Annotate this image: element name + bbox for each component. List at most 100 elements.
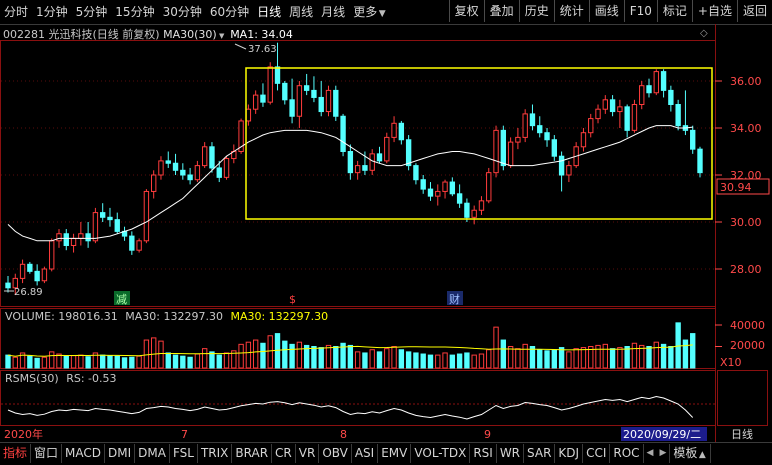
volume-bar-up <box>296 341 303 369</box>
volume-bar-down <box>405 351 412 369</box>
volume-bar-down <box>427 354 434 369</box>
candle-up <box>617 106 623 113</box>
tab-wr[interactable]: WR <box>497 443 525 463</box>
candle-down <box>27 263 33 272</box>
candle-down <box>668 89 674 106</box>
scroll-right-icon[interactable]: ▶ <box>656 448 669 458</box>
volume-bar-up <box>515 348 521 369</box>
tab-cci[interactable]: CCI <box>583 443 611 463</box>
volume-bar-down <box>5 354 11 369</box>
tab-roc[interactable]: ROC <box>610 443 644 463</box>
volume-bar-down <box>289 343 295 369</box>
candle-down <box>347 151 354 174</box>
tab-sar[interactable]: SAR <box>524 443 556 463</box>
volume-bar-up <box>78 354 84 369</box>
dividend-marker[interactable]: $ <box>289 293 296 306</box>
candle-down <box>172 162 179 171</box>
tab-rsi[interactable]: RSI <box>470 443 497 463</box>
volume-bar-down <box>413 352 419 369</box>
tab-cr[interactable]: CR <box>272 443 296 463</box>
tab-dmi[interactable]: DMI <box>105 443 136 463</box>
tab-dma[interactable]: DMA <box>135 443 170 463</box>
chart-canvas[interactable]: 37.63 26.89 减 $ 财 36.00 34.00 32.00 30.0… <box>0 0 772 442</box>
tab-obv[interactable]: OBV <box>319 443 352 463</box>
price-tick-34: 34.00 <box>730 122 762 135</box>
tab-macd[interactable]: MACD <box>62 443 106 463</box>
high-pointer-line <box>234 43 247 50</box>
price-tick-28: 28.00 <box>730 263 762 276</box>
tab-emv[interactable]: EMV <box>378 443 412 463</box>
candle-up <box>92 212 99 242</box>
candle-up <box>580 132 587 148</box>
candle-down <box>449 181 456 195</box>
candle-down <box>413 165 419 181</box>
tab-window[interactable]: 窗口 <box>31 443 63 463</box>
volume-bar-down <box>180 355 186 369</box>
volume-ma30b: MA30: 132297.30 <box>230 310 328 323</box>
volume-bar-up <box>653 341 659 369</box>
volume-bar-down <box>456 353 463 369</box>
tab-kdj[interactable]: KDJ <box>555 443 584 463</box>
volume-bar-down <box>646 346 652 369</box>
diamond-icon[interactable]: ◇ <box>700 28 708 39</box>
volume-bar-down <box>544 350 550 369</box>
volume-grid <box>715 324 722 347</box>
candle-down <box>216 167 222 178</box>
tab-brar[interactable]: BRAR <box>232 443 273 463</box>
candle-down <box>114 219 120 232</box>
volume-bar-up <box>143 339 150 369</box>
volume-bar-down <box>187 356 193 369</box>
volume-ma30a: MA30: 132297.30 <box>125 310 223 323</box>
candle-up <box>19 263 26 279</box>
candle-down <box>107 216 113 221</box>
tab-trix[interactable]: TRIX <box>198 443 233 463</box>
volume-bar-up <box>70 355 77 369</box>
rsms-info-line: RSMS(30) RS: -0.53 <box>5 372 116 385</box>
candle-up <box>435 190 441 197</box>
date-label-jul: 7 <box>181 428 188 441</box>
candle-down <box>609 99 616 113</box>
candle-up <box>158 160 164 176</box>
candle-down <box>646 85 652 94</box>
candle-up <box>223 158 230 178</box>
candle-up <box>602 99 608 110</box>
tab-fsl[interactable]: FSL <box>170 443 198 463</box>
stock-chart-app: 分时 1分钟 5分钟 15分钟 30分钟 60分钟 日线 周线 月线 更多 ▼ 复… <box>0 0 772 463</box>
candle-down <box>544 132 550 141</box>
volume-bar-up <box>325 344 332 369</box>
candle-up <box>493 129 499 174</box>
volume-bar-down <box>558 347 565 369</box>
reduction-marker[interactable]: 减 <box>116 293 127 306</box>
finance-marker[interactable]: 财 <box>449 292 460 306</box>
volume-bar-up <box>384 348 390 369</box>
volume-bar-down <box>165 352 171 369</box>
candle-up <box>507 141 514 167</box>
tab-vr[interactable]: VR <box>296 443 320 463</box>
volume-bar-down <box>318 347 324 369</box>
date-label-sep: 9 <box>484 428 491 441</box>
volume-bar-up <box>158 340 164 369</box>
candle-up <box>515 136 521 143</box>
tab-asi[interactable]: ASI <box>352 443 379 463</box>
candle-down <box>129 235 135 251</box>
tab-vol-tdx[interactable]: VOL-TDX <box>411 443 471 463</box>
candle-down <box>303 85 310 91</box>
candle-down <box>34 270 40 282</box>
tab-indicator[interactable]: 指标 <box>0 443 32 463</box>
candle-down <box>500 129 507 167</box>
volume-bar-up <box>12 356 18 369</box>
candle-down <box>420 179 426 190</box>
volume-bar-up <box>354 351 361 369</box>
volume-bar-up <box>573 348 579 369</box>
scroll-left-icon[interactable]: ◀ <box>644 448 657 458</box>
candle-down <box>187 174 193 181</box>
template-button[interactable]: 模板 ▲ <box>669 443 712 463</box>
volume-bar-down <box>362 352 368 369</box>
rsms-value: RS: -0.53 <box>66 372 116 385</box>
volume-bar-up <box>471 354 477 369</box>
candle-up <box>631 104 638 131</box>
candle-down <box>318 96 324 113</box>
volume-bar-up <box>194 353 201 369</box>
candle-down <box>340 115 346 152</box>
volume-bar-up <box>493 326 499 369</box>
